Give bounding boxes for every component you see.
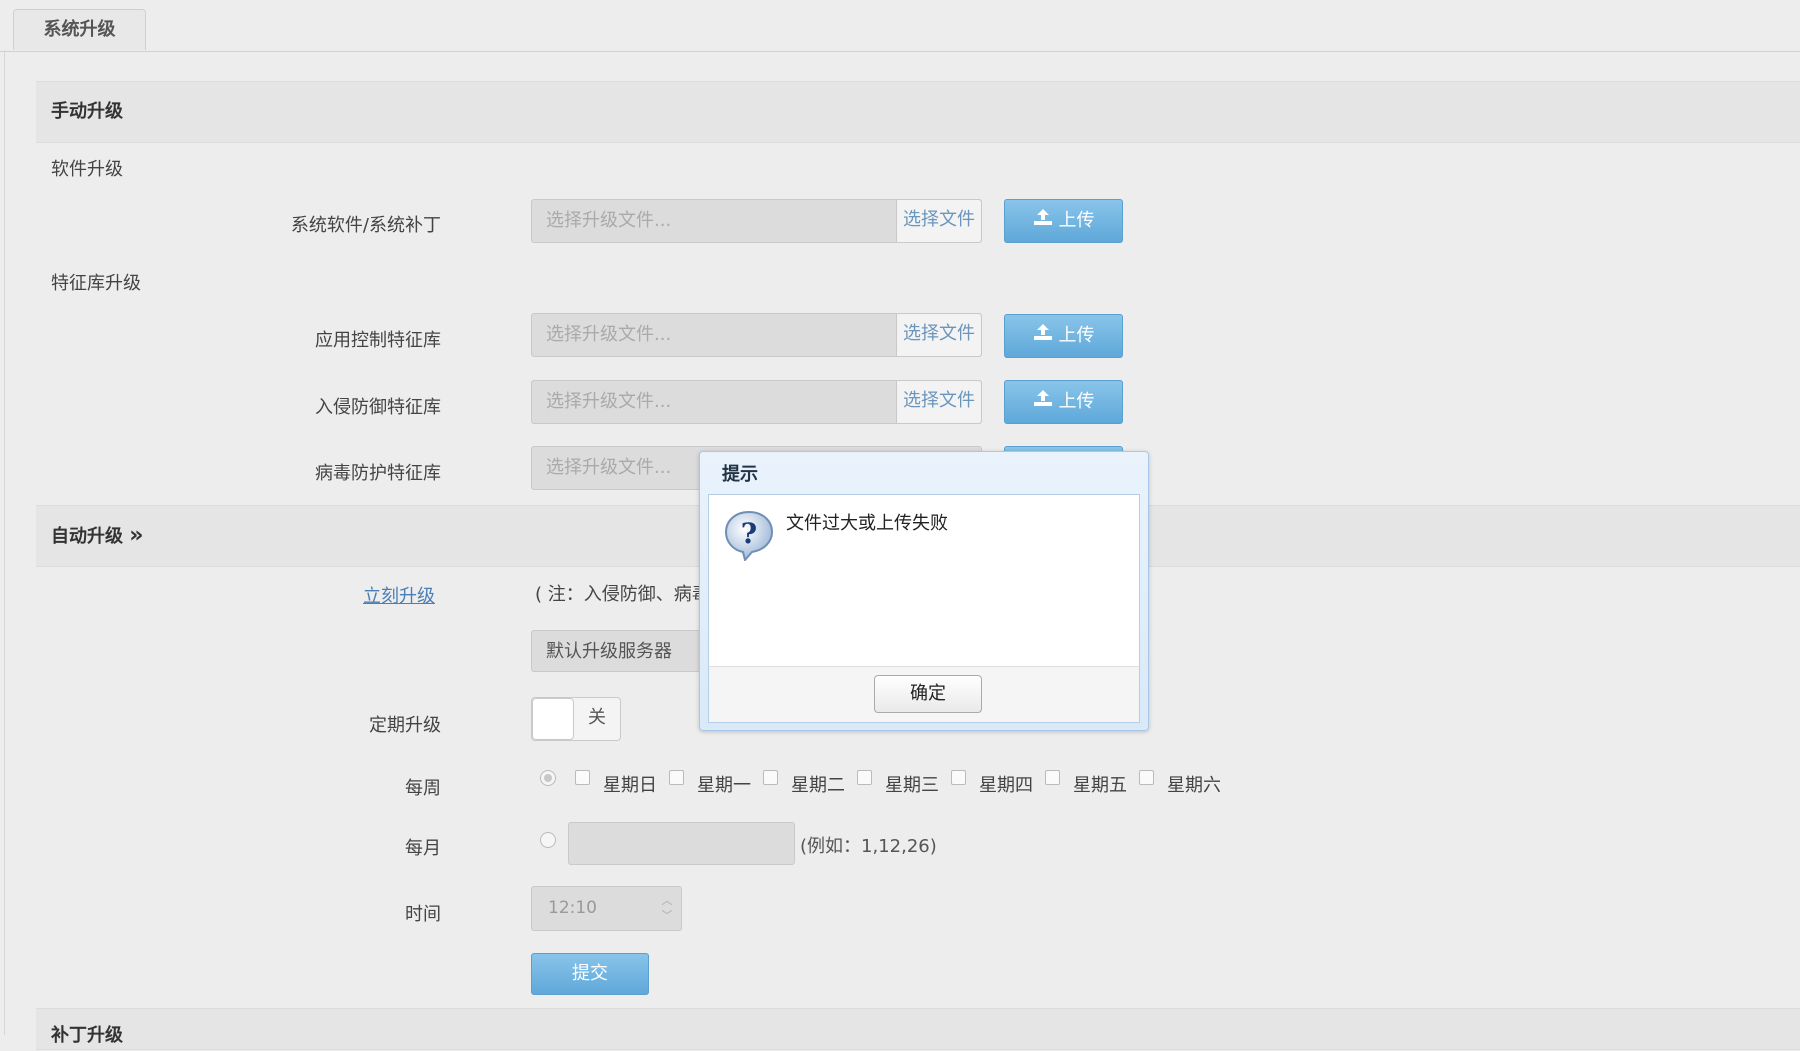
dialog-message: 文件过大或上传失败: [786, 513, 948, 534]
monthly-radio[interactable]: [540, 832, 556, 848]
monthly-days-input[interactable]: [568, 822, 795, 865]
row-label-app-control: 应用控制特征库: [315, 330, 441, 351]
file-placeholder: 选择升级文件...: [546, 210, 672, 231]
dialog-footer: 确定: [708, 666, 1140, 723]
time-spinner[interactable]: ︿ ﹀: [659, 893, 675, 923]
upload-label: 上传: [1058, 210, 1095, 231]
section-patch-upgrade: 补丁升级: [36, 1008, 1800, 1050]
upload-button-system-software[interactable]: 上传: [1004, 199, 1123, 243]
section-manual-upgrade: 手动升级: [36, 81, 1800, 143]
row-label-system-software: 系统软件/系统补丁: [290, 215, 441, 236]
time-label: 时间: [405, 904, 441, 925]
upload-label: 上传: [1058, 325, 1095, 346]
upload-button-app-control[interactable]: 上传: [1004, 314, 1123, 358]
monthly-example-hint: (例如：1,12,26): [800, 836, 937, 857]
periodic-upgrade-label: 定期升级: [369, 715, 441, 736]
day-friday: 星期五: [1073, 775, 1127, 796]
tab-system-upgrade[interactable]: 系统升级: [13, 9, 146, 50]
row-label-intrusion-prevention: 入侵防御特征库: [315, 397, 441, 418]
choose-file-button[interactable]: 选择文件: [896, 200, 981, 242]
chevron-up-icon[interactable]: ︿: [662, 894, 673, 907]
day-wednesday: 星期三: [885, 775, 939, 796]
day-tuesday: 星期二: [791, 775, 845, 796]
svg-text:?: ?: [741, 517, 757, 550]
checkbox-wednesday[interactable]: [857, 770, 872, 785]
file-placeholder: 选择升级文件...: [546, 324, 672, 345]
checkbox-saturday[interactable]: [1139, 770, 1154, 785]
choose-file-button[interactable]: 选择文件: [896, 381, 981, 423]
weekly-radio[interactable]: [540, 770, 556, 786]
upload-icon: [1033, 200, 1053, 242]
time-value: 12:10: [548, 898, 597, 918]
weekly-label: 每周: [405, 778, 441, 799]
checkbox-friday[interactable]: [1045, 770, 1060, 785]
toggle-state: 关: [588, 707, 606, 728]
auto-upgrade-note: ( 注：入侵防御、病毒: [535, 584, 710, 605]
choose-file-button[interactable]: 选择文件: [896, 314, 981, 356]
left-divider: [4, 50, 5, 1035]
checkbox-sunday[interactable]: [575, 770, 590, 785]
checkbox-monday[interactable]: [669, 770, 684, 785]
day-monday: 星期一: [697, 775, 751, 796]
section-title-patch: 补丁升级: [51, 1025, 123, 1046]
submit-button[interactable]: 提交: [531, 953, 649, 995]
file-input-intrusion-prevention[interactable]: 选择升级文件... 选择文件: [531, 380, 982, 424]
tab-bar: 系统升级: [0, 0, 1800, 52]
time-input[interactable]: 12:10 ︿ ﹀: [531, 886, 682, 931]
periodic-upgrade-toggle[interactable]: 关: [531, 697, 621, 741]
group-software-upgrade: 软件升级: [51, 159, 123, 180]
question-icon: ?: [723, 509, 775, 566]
file-input-system-software[interactable]: 选择升级文件... 选择文件: [531, 199, 982, 243]
group-signature-upgrade: 特征库升级: [51, 273, 141, 294]
upload-button-intrusion-prevention[interactable]: 上传: [1004, 380, 1123, 424]
upload-icon: [1033, 315, 1053, 357]
dialog-ok-button[interactable]: 确定: [874, 675, 982, 713]
monthly-label: 每月: [405, 838, 441, 859]
chevron-down-icon[interactable]: ﹀: [662, 909, 673, 922]
file-input-app-control[interactable]: 选择升级文件... 选择文件: [531, 313, 982, 357]
dialog-title: 提示: [722, 464, 758, 485]
toggle-knob: [532, 698, 574, 740]
chevron-right-icon: »: [129, 523, 144, 548]
section-title-auto: 自动升级 »: [51, 523, 144, 548]
file-placeholder: 选择升级文件...: [546, 391, 672, 412]
section-title-manual: 手动升级: [51, 101, 123, 122]
row-label-antivirus: 病毒防护特征库: [315, 463, 441, 484]
upgrade-server-select[interactable]: 默认升级服务器: [531, 630, 711, 672]
upload-icon: [1033, 381, 1053, 423]
dialog-body: ? 文件过大或上传失败: [708, 494, 1140, 668]
file-placeholder: 选择升级文件...: [546, 457, 672, 478]
day-thursday: 星期四: [979, 775, 1033, 796]
upgrade-now-link[interactable]: 立刻升级: [363, 582, 435, 608]
alert-dialog: 提示 ? 文件过大或上传失败 确定: [699, 451, 1149, 731]
day-sunday: 星期日: [603, 775, 657, 796]
checkbox-tuesday[interactable]: [763, 770, 778, 785]
upload-label: 上传: [1058, 391, 1095, 412]
day-saturday: 星期六: [1167, 775, 1221, 796]
checkbox-thursday[interactable]: [951, 770, 966, 785]
